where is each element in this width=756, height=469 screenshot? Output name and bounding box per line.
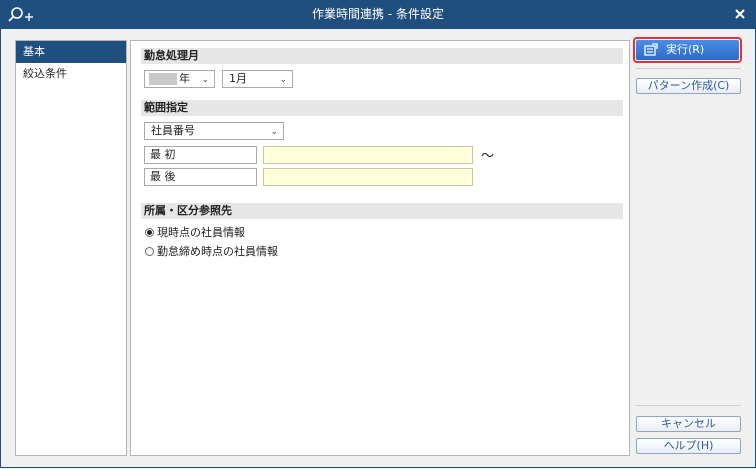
nav-item-basic[interactable]: 基本	[16, 41, 126, 63]
radio-current-info[interactable]: 現時点の社員情報	[145, 225, 245, 241]
month-value: 1月	[229, 72, 247, 85]
chevron-down-icon: ⌄	[270, 127, 278, 137]
settings-panel: 勤怠処理月 年 ⌄ 1月 ⌄ 範囲指定 社員番号 ⌄ 最 初 ～ 最 後 所属・…	[130, 40, 630, 456]
range-last-label: 最 後	[144, 168, 257, 186]
section-header-month: 勤怠処理月	[141, 48, 623, 64]
pattern-create-button[interactable]: パターン作成(C)	[636, 78, 741, 94]
category-nav: 基本 絞込条件	[15, 40, 127, 456]
year-select[interactable]: 年 ⌄	[144, 70, 215, 88]
range-last-input[interactable]	[263, 168, 473, 186]
month-select[interactable]: 1月 ⌄	[222, 70, 293, 88]
close-icon[interactable]	[732, 6, 748, 22]
range-first-label: 最 初	[144, 146, 257, 164]
execute-button[interactable]: 実行(R)	[636, 40, 739, 60]
radio-checked-icon[interactable]	[145, 228, 154, 237]
chevron-down-icon: ⌄	[279, 75, 287, 85]
radio-closing-info[interactable]: 勤怠締め時点の社員情報	[145, 244, 278, 260]
title-bar: 作業時間連携 - 条件設定	[0, 0, 756, 29]
window-title: 作業時間連携 - 条件設定	[312, 7, 444, 21]
execute-icon	[644, 43, 658, 56]
nav-item-filter[interactable]: 絞込条件	[16, 63, 126, 85]
radio-label: 勤怠締め時点の社員情報	[157, 245, 278, 258]
execute-label: 実行(R)	[666, 43, 705, 56]
cancel-button[interactable]: キャンセル	[636, 416, 741, 432]
execute-button-highlight: 実行(R)	[633, 37, 742, 63]
divider	[636, 68, 741, 69]
chevron-down-icon: ⌄	[201, 75, 209, 85]
year-value-redacted	[149, 73, 177, 85]
help-button[interactable]: ヘルプ(H)	[636, 438, 741, 454]
range-field-value: 社員番号	[151, 124, 195, 137]
radio-label: 現時点の社員情報	[157, 226, 245, 239]
range-tilde: ～	[481, 149, 495, 164]
section-header-range: 範囲指定	[141, 100, 623, 116]
year-suffix: 年	[179, 72, 190, 85]
radio-unchecked-icon[interactable]	[145, 247, 154, 256]
section-header-dept: 所属・区分参照先	[141, 203, 623, 219]
range-field-select[interactable]: 社員番号 ⌄	[144, 122, 284, 140]
divider	[636, 405, 741, 406]
range-first-input[interactable]	[263, 146, 473, 164]
